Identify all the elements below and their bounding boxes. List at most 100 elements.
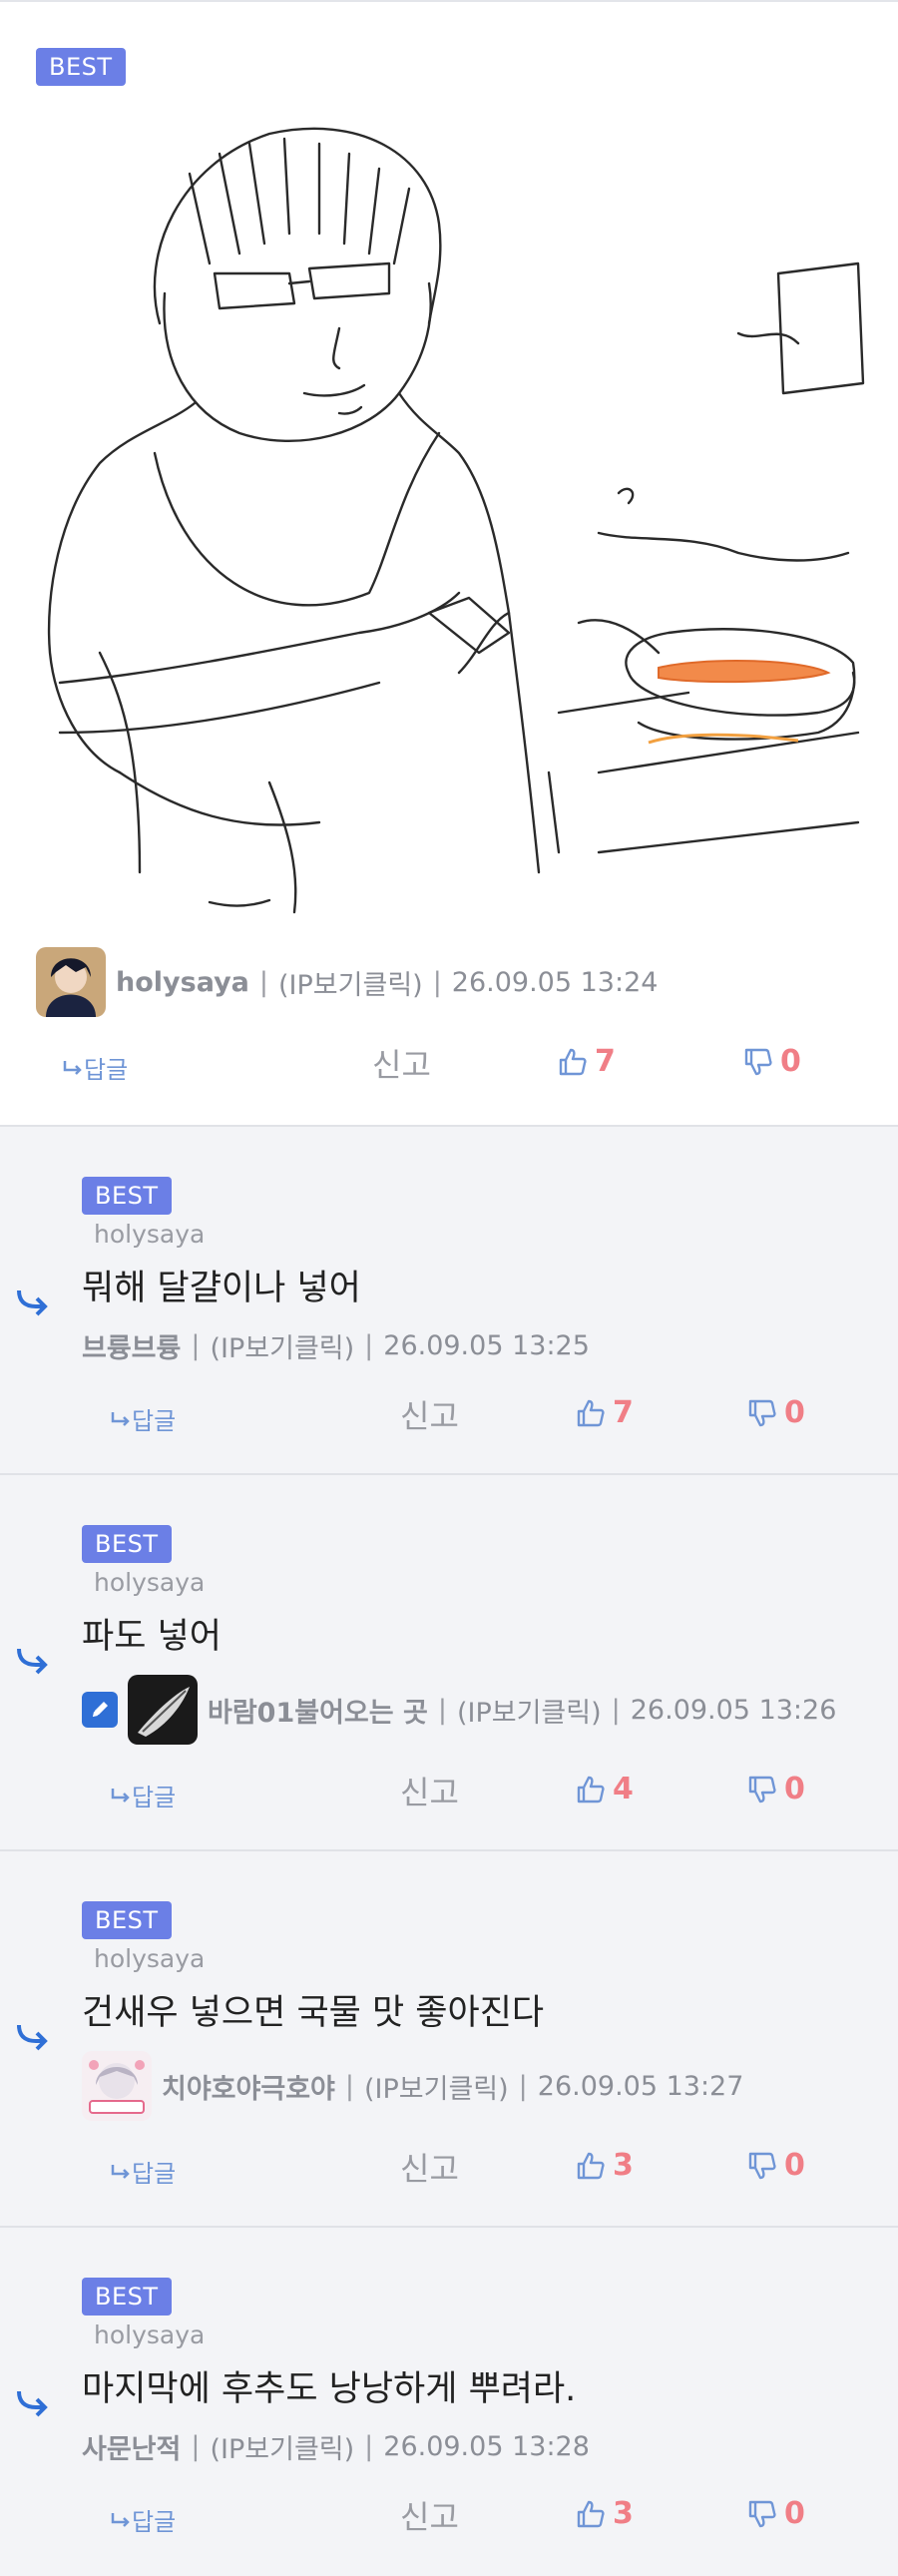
- author-avatar[interactable]: [82, 2051, 152, 2121]
- separator: |: [518, 2070, 528, 2102]
- like-count: 3: [613, 2496, 634, 2531]
- dislike-button[interactable]: 0: [742, 1044, 801, 1079]
- reply-button[interactable]: 답글: [110, 1401, 176, 1436]
- reply-button[interactable]: 답글: [110, 2154, 176, 2189]
- reply-label: 답글: [132, 1407, 177, 1435]
- comment-meta: 사문난적 | (IP보기클릭) | 26.09.05 13:28: [82, 2427, 590, 2466]
- report-button[interactable]: 신고: [400, 2492, 459, 2538]
- reply-indicator-icon: [17, 2390, 48, 2417]
- dislike-count: 0: [784, 1395, 805, 1430]
- reply-label: 답글: [132, 2160, 177, 2188]
- best-badge: BEST: [82, 1901, 172, 1939]
- report-button[interactable]: 신고: [372, 1040, 431, 1086]
- like-button[interactable]: 3: [575, 2148, 634, 2183]
- comment-item: BEST holysaya 뭐해 달걀이나 넣어 브륭브륭 | (IP보기클릭)…: [0, 1125, 898, 1473]
- comment-text: 건새우 넣으면 국물 맛 좋아진다: [82, 1993, 545, 2033]
- reply-arrow-icon: [111, 1411, 130, 1426]
- comment-author[interactable]: 사문난적: [82, 2427, 181, 2466]
- separator: |: [432, 966, 442, 998]
- post-actions: 답글 신고 7 0: [0, 1040, 898, 1090]
- thumbs-down-icon: [748, 2152, 776, 2179]
- separator: |: [364, 1330, 374, 1361]
- comment-actions: 답글 신고 3 0: [0, 2492, 898, 2542]
- post-image-drawing: [47, 127, 865, 914]
- reply-to-name: holysaya: [94, 1568, 206, 1597]
- report-button[interactable]: 신고: [400, 1768, 459, 1813]
- author-avatar[interactable]: [36, 947, 106, 1017]
- reply-indicator-icon: [17, 1289, 48, 1316]
- author-name[interactable]: holysaya: [116, 967, 249, 998]
- reply-button[interactable]: 답글: [62, 1050, 128, 1085]
- thumbs-down-icon: [748, 2500, 776, 2527]
- comment-text: 파도 넣어: [82, 1617, 222, 1657]
- best-badge: BEST: [82, 2278, 172, 2316]
- comment-meta: 치야호야극호야 | (IP보기클릭) | 26.09.05 13:27: [82, 2051, 743, 2121]
- separator: |: [364, 2431, 374, 2462]
- separator: |: [191, 2431, 201, 2462]
- like-count: 7: [613, 1395, 634, 1430]
- reply-indicator-icon: [17, 2024, 48, 2051]
- separator: |: [437, 1694, 447, 1726]
- thumbs-up-icon: [577, 1776, 605, 1803]
- post-meta: holysaya | (IP보기클릭) | 26.09.05 13:24: [36, 947, 658, 1017]
- dislike-button[interactable]: 0: [746, 2148, 805, 2183]
- thumbs-up-icon: [577, 1399, 605, 1426]
- dislike-button[interactable]: 0: [746, 1395, 805, 1430]
- reply-to-name: holysaya: [94, 1944, 206, 1973]
- ip-view-link[interactable]: (IP보기클릭): [278, 963, 423, 1002]
- best-badge: BEST: [82, 1177, 172, 1215]
- comment-actions: 답글 신고 7 0: [0, 1391, 898, 1441]
- comment-text: 뭐해 달걀이나 넣어: [82, 1269, 361, 1308]
- comment-datetime: 26.09.05 13:25: [383, 1330, 590, 1361]
- comment-text: 마지막에 후추도 낭낭하게 뿌려라.: [82, 2369, 577, 2409]
- dislike-count: 0: [784, 2148, 805, 2183]
- ip-view-link[interactable]: (IP보기클릭): [210, 1326, 354, 1365]
- reply-button[interactable]: 답글: [110, 1778, 176, 1812]
- like-button[interactable]: 7: [575, 1395, 634, 1430]
- comment-datetime: 26.09.05 13:26: [630, 1694, 837, 1726]
- reply-label: 답글: [132, 1784, 177, 1811]
- like-count: 4: [613, 1772, 634, 1806]
- thumbs-up-icon: [577, 2500, 605, 2527]
- comment-actions: 답글 신고 4 0: [0, 1768, 898, 1817]
- comment-author[interactable]: 치야호야극호야: [162, 2067, 335, 2106]
- thumbs-up-icon: [559, 1048, 587, 1075]
- reply-label: 답글: [84, 1056, 129, 1084]
- thumbs-down-icon: [744, 1048, 772, 1075]
- comment-author[interactable]: 브륭브륭: [82, 1326, 181, 1365]
- post-datetime: 26.09.05 13:24: [451, 966, 659, 998]
- dislike-button[interactable]: 0: [746, 2496, 805, 2531]
- reply-arrow-icon: [63, 1060, 82, 1075]
- like-button[interactable]: 7: [557, 1044, 616, 1079]
- separator: |: [191, 1330, 201, 1361]
- comment-meta: 바람01불어오는 곳 | (IP보기클릭) | 26.09.05 13:26: [82, 1675, 836, 1745]
- thumbs-down-icon: [748, 1399, 776, 1426]
- separator: |: [258, 966, 269, 998]
- reply-to-name: holysaya: [94, 1220, 206, 1249]
- report-button[interactable]: 신고: [400, 2144, 459, 2190]
- reply-arrow-icon: [111, 1788, 130, 1803]
- pencil-icon: [82, 1692, 118, 1728]
- reply-to-name: holysaya: [94, 2320, 206, 2349]
- like-count: 3: [613, 2148, 634, 2183]
- report-button[interactable]: 신고: [400, 1391, 459, 1437]
- dislike-button[interactable]: 0: [746, 1772, 805, 1806]
- comment-meta: 브륭브륭 | (IP보기클릭) | 26.09.05 13:25: [82, 1326, 590, 1365]
- ip-view-link[interactable]: (IP보기클릭): [210, 2427, 354, 2466]
- like-count: 7: [595, 1044, 616, 1079]
- ip-view-link[interactable]: (IP보기클릭): [364, 2067, 509, 2106]
- best-badge: BEST: [36, 48, 126, 86]
- ip-view-link[interactable]: (IP보기클릭): [457, 1691, 602, 1730]
- separator: |: [344, 2070, 354, 2102]
- author-avatar[interactable]: [128, 1675, 198, 1745]
- reply-indicator-icon: [17, 1648, 48, 1675]
- reply-arrow-icon: [111, 2164, 130, 2179]
- thumbs-down-icon: [748, 1776, 776, 1803]
- dislike-count: 0: [784, 2496, 805, 2531]
- reply-label: 답글: [132, 2508, 177, 2536]
- comment-author[interactable]: 바람01불어오는 곳: [208, 1691, 428, 1730]
- like-button[interactable]: 4: [575, 1772, 634, 1806]
- like-button[interactable]: 3: [575, 2496, 634, 2531]
- comment-actions: 답글 신고 3 0: [0, 2144, 898, 2194]
- reply-button[interactable]: 답글: [110, 2502, 176, 2537]
